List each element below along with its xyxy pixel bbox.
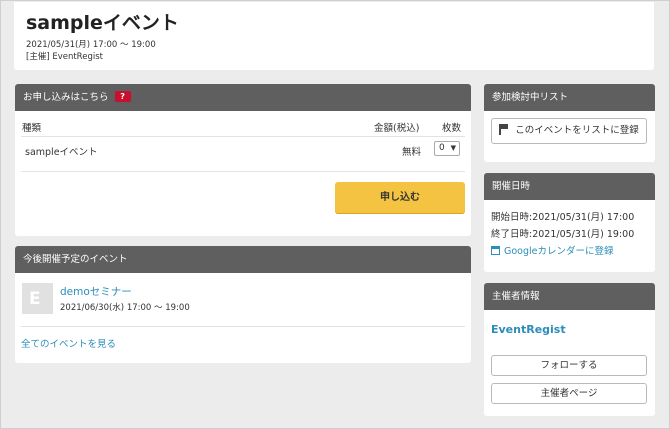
chevron-down-icon: ▼ xyxy=(450,144,456,152)
schedule-panel-header: 開催日時 xyxy=(484,173,655,200)
organizer-panel: 主催者情報 EventRegist フォローする 主催者ページ xyxy=(484,283,655,416)
event-title: sampleイベント xyxy=(26,12,179,34)
upcoming-event-date: 2021/06/30(水) 17:00 〜 19:00 xyxy=(60,303,190,313)
event-header: sampleイベント 2021/05/31(月) 17:00 〜 19:00 [… xyxy=(14,2,654,70)
quantity-select[interactable]: 0 ▼ xyxy=(434,141,460,156)
schedule-heading: 開催日時 xyxy=(492,181,531,192)
column-price: 金額(税込) xyxy=(374,123,420,134)
flag-icon xyxy=(499,124,509,135)
follow-button[interactable]: フォローする xyxy=(491,355,647,376)
table-divider xyxy=(21,171,465,172)
end-datetime: 終了日時:2021/05/31(月) 19:00 xyxy=(491,229,635,240)
column-qty: 枚数 xyxy=(442,123,462,134)
upcoming-events-panel: 今後開催予定のイベント E demoセミナー 2021/06/30(水) 17:… xyxy=(15,246,471,363)
organizer-page-button[interactable]: 主催者ページ xyxy=(491,383,647,404)
quantity-value: 0 xyxy=(439,143,445,153)
apply-button[interactable]: 申し込む xyxy=(335,182,465,213)
upcoming-panel-header: 今後開催予定のイベント xyxy=(15,246,471,273)
google-calendar-label: Googleカレンダーに登録 xyxy=(504,246,614,257)
application-panel-header: お申し込みはこちら? xyxy=(15,84,471,111)
logo-icon: E xyxy=(29,289,41,309)
watchlist-heading: 参加検討中リスト xyxy=(492,92,569,103)
help-icon[interactable]: ? xyxy=(114,91,131,102)
schedule-panel: 開催日時 開始日時:2021/05/31(月) 17:00 終了日時:2021/… xyxy=(484,173,655,272)
table-divider xyxy=(21,136,465,137)
ticket-price: 無料 xyxy=(402,147,422,158)
event-date: 2021/05/31(月) 17:00 〜 19:00 xyxy=(26,40,156,50)
list-divider xyxy=(21,326,465,327)
google-calendar-link[interactable]: Googleカレンダーに登録 xyxy=(491,243,614,257)
all-events-link[interactable]: 全てのイベントを見る xyxy=(21,336,116,350)
watchlist-panel-header: 参加検討中リスト xyxy=(484,84,655,111)
column-type: 種類 xyxy=(22,123,42,134)
start-datetime: 開始日時:2021/05/31(月) 17:00 xyxy=(491,212,635,223)
application-panel: お申し込みはこちら? 種類 金額(税込) 枚数 sampleイベント 無料 0 … xyxy=(15,84,471,236)
organizer-panel-header: 主催者情報 xyxy=(484,283,655,310)
add-to-list-button[interactable]: このイベントをリストに登録 xyxy=(491,118,647,144)
calendar-icon xyxy=(491,246,500,255)
event-thumbnail[interactable]: E xyxy=(22,283,53,314)
organizer-name-link[interactable]: EventRegist xyxy=(491,323,566,336)
event-organizer: [主催] EventRegist xyxy=(26,52,103,62)
add-to-list-label: このイベントをリストに登録 xyxy=(515,125,639,136)
watchlist-panel: 参加検討中リスト このイベントをリストに登録 xyxy=(484,84,655,162)
upcoming-event-link[interactable]: demoセミナー xyxy=(60,284,132,299)
application-heading: お申し込みはこちら xyxy=(23,92,109,103)
ticket-name: sampleイベント xyxy=(25,147,98,158)
upcoming-heading: 今後開催予定のイベント xyxy=(23,254,128,265)
organizer-heading: 主催者情報 xyxy=(492,291,540,302)
